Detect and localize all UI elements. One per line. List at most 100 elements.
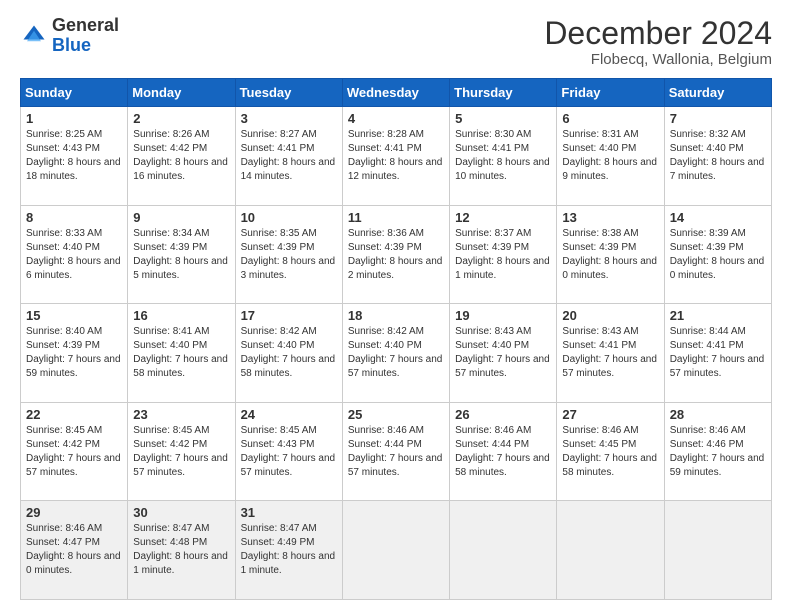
- day-number: 19: [455, 308, 551, 323]
- calendar-cell: [342, 501, 449, 600]
- calendar-cell: 27 Sunrise: 8:46 AMSunset: 4:45 PMDayligh…: [557, 402, 664, 501]
- title-block: December 2024 Flobecq, Wallonia, Belgium: [544, 16, 772, 68]
- calendar-cell: 25 Sunrise: 8:46 AMSunset: 4:44 PMDayligh…: [342, 402, 449, 501]
- day-header-thursday: Thursday: [450, 79, 557, 107]
- day-number: 3: [241, 111, 337, 126]
- calendar-cell: [450, 501, 557, 600]
- calendar-cell: 30 Sunrise: 8:47 AMSunset: 4:48 PMDayligh…: [128, 501, 235, 600]
- calendar-cell: 23Sunrise: 8:45 AMSunset: 4:42 PMDayligh…: [128, 402, 235, 501]
- calendar-cell: 15 Sunrise: 8:40 AMSunset: 4:39 PMDayligh…: [21, 304, 128, 403]
- logo-text: General Blue: [52, 16, 119, 56]
- calendar-cell: 22 Sunrise: 8:45 AMSunset: 4:42 PMDayligh…: [21, 402, 128, 501]
- calendar-cell: 28 Sunrise: 8:46 AMSunset: 4:46 PMDayligh…: [664, 402, 771, 501]
- day-number: 5: [455, 111, 551, 126]
- day-number: 13: [562, 210, 658, 225]
- cell-details: Sunrise: 8:31 AMSunset: 4:40 PMDaylight:…: [562, 128, 658, 184]
- cell-details: Sunrise: 8:46 AMSunset: 4:44 PMDaylight:…: [455, 424, 551, 480]
- calendar-cell: 17 Sunrise: 8:42 AMSunset: 4:40 PMDayligh…: [235, 304, 342, 403]
- day-number: 29: [26, 505, 122, 520]
- calendar-cell: [557, 501, 664, 600]
- day-number: 7: [670, 111, 766, 126]
- cell-details: Sunrise: 8:38 AMSunset: 4:39 PMDaylight:…: [562, 227, 658, 283]
- day-number: 28: [670, 407, 766, 422]
- calendar-cell: 8 Sunrise: 8:33 AMSunset: 4:40 PMDaylight…: [21, 205, 128, 304]
- calendar-cell: 24 Sunrise: 8:45 AMSunset: 4:43 PMDayligh…: [235, 402, 342, 501]
- day-number: 4: [348, 111, 444, 126]
- cell-details: Sunrise: 8:45 AMSunset: 4:42 PMDaylight:…: [26, 424, 122, 480]
- day-number: 25: [348, 407, 444, 422]
- cell-details: Sunrise: 8:33 AMSunset: 4:40 PMDaylight:…: [26, 227, 122, 283]
- cell-details: Sunrise: 8:46 AMSunset: 4:45 PMDaylight:…: [562, 424, 658, 480]
- cell-details: Sunrise: 8:44 AMSunset: 4:41 PMDaylight:…: [670, 325, 766, 381]
- calendar-week-row: 15 Sunrise: 8:40 AMSunset: 4:39 PMDayligh…: [21, 304, 772, 403]
- cell-details: Sunrise: 8:47 AMSunset: 4:48 PMDaylight:…: [133, 522, 229, 578]
- day-number: 27: [562, 407, 658, 422]
- calendar-cell: 14 Sunrise: 8:39 AMSunset: 4:39 PMDayligh…: [664, 205, 771, 304]
- cell-details: Sunrise: 8:42 AMSunset: 4:40 PMDaylight:…: [348, 325, 444, 381]
- calendar-cell: 9Sunrise: 8:34 AMSunset: 4:39 PMDaylight…: [128, 205, 235, 304]
- day-number: 14: [670, 210, 766, 225]
- calendar-cell: 19 Sunrise: 8:43 AMSunset: 4:40 PMDayligh…: [450, 304, 557, 403]
- day-number: 15: [26, 308, 122, 323]
- cell-details: Sunrise: 8:46 AMSunset: 4:44 PMDaylight:…: [348, 424, 444, 480]
- cell-details: Sunrise: 8:43 AMSunset: 4:41 PMDaylight:…: [562, 325, 658, 381]
- calendar-week-row: 29 Sunrise: 8:46 AMSunset: 4:47 PMDayligh…: [21, 501, 772, 600]
- calendar-week-row: 8 Sunrise: 8:33 AMSunset: 4:40 PMDaylight…: [21, 205, 772, 304]
- calendar-header-row: SundayMondayTuesdayWednesdayThursdayFrid…: [21, 79, 772, 107]
- day-number: 16: [133, 308, 229, 323]
- day-number: 18: [348, 308, 444, 323]
- calendar-cell: 2Sunrise: 8:26 AMSunset: 4:42 PMDaylight…: [128, 107, 235, 206]
- header: General Blue December 2024 Flobecq, Wall…: [20, 16, 772, 68]
- day-header-sunday: Sunday: [21, 79, 128, 107]
- day-number: 20: [562, 308, 658, 323]
- location-subtitle: Flobecq, Wallonia, Belgium: [544, 51, 772, 68]
- calendar-cell: 5Sunrise: 8:30 AMSunset: 4:41 PMDaylight…: [450, 107, 557, 206]
- day-header-monday: Monday: [128, 79, 235, 107]
- calendar-table: SundayMondayTuesdayWednesdayThursdayFrid…: [20, 78, 772, 600]
- logo-general-text: General: [52, 15, 119, 35]
- calendar-cell: 29 Sunrise: 8:46 AMSunset: 4:47 PMDayligh…: [21, 501, 128, 600]
- cell-details: Sunrise: 8:46 AMSunset: 4:46 PMDaylight:…: [670, 424, 766, 480]
- calendar-cell: 31Sunrise: 8:47 AMSunset: 4:49 PMDayligh…: [235, 501, 342, 600]
- cell-details: Sunrise: 8:43 AMSunset: 4:40 PMDaylight:…: [455, 325, 551, 381]
- cell-details: Sunrise: 8:32 AMSunset: 4:40 PMDaylight:…: [670, 128, 766, 184]
- day-header-wednesday: Wednesday: [342, 79, 449, 107]
- cell-details: Sunrise: 8:45 AMSunset: 4:43 PMDaylight:…: [241, 424, 337, 480]
- cell-details: Sunrise: 8:46 AMSunset: 4:47 PMDaylight:…: [26, 522, 122, 578]
- calendar-cell: 20 Sunrise: 8:43 AMSunset: 4:41 PMDayligh…: [557, 304, 664, 403]
- day-number: 8: [26, 210, 122, 225]
- day-number: 26: [455, 407, 551, 422]
- calendar-cell: 21 Sunrise: 8:44 AMSunset: 4:41 PMDayligh…: [664, 304, 771, 403]
- cell-details: Sunrise: 8:39 AMSunset: 4:39 PMDaylight:…: [670, 227, 766, 283]
- day-number: 22: [26, 407, 122, 422]
- day-header-friday: Friday: [557, 79, 664, 107]
- calendar-cell: 7 Sunrise: 8:32 AMSunset: 4:40 PMDaylight…: [664, 107, 771, 206]
- calendar-cell: 11Sunrise: 8:36 AMSunset: 4:39 PMDayligh…: [342, 205, 449, 304]
- calendar-cell: 12Sunrise: 8:37 AMSunset: 4:39 PMDayligh…: [450, 205, 557, 304]
- day-number: 30: [133, 505, 229, 520]
- calendar-week-row: 22 Sunrise: 8:45 AMSunset: 4:42 PMDayligh…: [21, 402, 772, 501]
- cell-details: Sunrise: 8:34 AMSunset: 4:39 PMDaylight:…: [133, 227, 229, 283]
- calendar-cell: 16 Sunrise: 8:41 AMSunset: 4:40 PMDayligh…: [128, 304, 235, 403]
- page: General Blue December 2024 Flobecq, Wall…: [0, 0, 792, 612]
- day-number: 17: [241, 308, 337, 323]
- day-number: 12: [455, 210, 551, 225]
- day-number: 24: [241, 407, 337, 422]
- cell-details: Sunrise: 8:27 AMSunset: 4:41 PMDaylight:…: [241, 128, 337, 184]
- day-header-tuesday: Tuesday: [235, 79, 342, 107]
- cell-details: Sunrise: 8:40 AMSunset: 4:39 PMDaylight:…: [26, 325, 122, 381]
- cell-details: Sunrise: 8:35 AMSunset: 4:39 PMDaylight:…: [241, 227, 337, 283]
- calendar-cell: 18 Sunrise: 8:42 AMSunset: 4:40 PMDayligh…: [342, 304, 449, 403]
- cell-details: Sunrise: 8:42 AMSunset: 4:40 PMDaylight:…: [241, 325, 337, 381]
- cell-details: Sunrise: 8:41 AMSunset: 4:40 PMDaylight:…: [133, 325, 229, 381]
- calendar-cell: 3 Sunrise: 8:27 AMSunset: 4:41 PMDaylight…: [235, 107, 342, 206]
- calendar-cell: 6 Sunrise: 8:31 AMSunset: 4:40 PMDaylight…: [557, 107, 664, 206]
- day-number: 10: [241, 210, 337, 225]
- calendar-week-row: 1Sunrise: 8:25 AMSunset: 4:43 PMDaylight…: [21, 107, 772, 206]
- logo: General Blue: [20, 16, 119, 56]
- day-number: 21: [670, 308, 766, 323]
- day-header-saturday: Saturday: [664, 79, 771, 107]
- day-number: 6: [562, 111, 658, 126]
- month-title: December 2024: [544, 16, 772, 51]
- calendar-cell: 13 Sunrise: 8:38 AMSunset: 4:39 PMDayligh…: [557, 205, 664, 304]
